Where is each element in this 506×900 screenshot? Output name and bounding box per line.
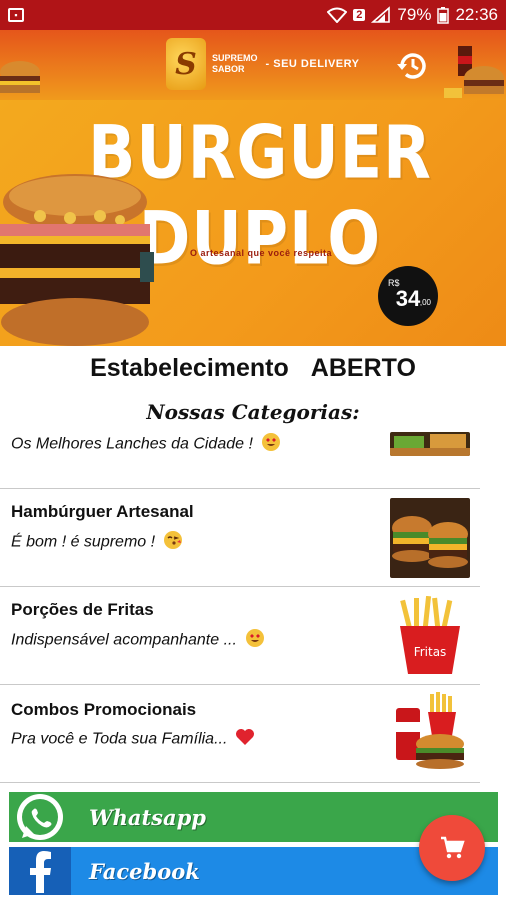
cart-icon	[441, 836, 465, 859]
category-thumb-combos	[390, 692, 470, 772]
category-item-combos-promocionais[interactable]: Combos Promocionais Pra você e Toda sua …	[0, 684, 506, 782]
battery-percent: 79%	[397, 5, 432, 24]
list-divider	[0, 782, 480, 783]
brand-logo: S Supremo Sabor - Seu Delivery	[166, 38, 360, 90]
wifi-icon	[327, 7, 348, 23]
category-description: Os Melhores Lanches da Cidade !	[11, 432, 281, 457]
brand-line2: Sabor	[212, 64, 245, 74]
category-description: Indispensável acompanhante ...	[11, 628, 265, 653]
kissing-face-emoji-icon	[164, 531, 183, 549]
category-thumb-hamburguer	[390, 498, 470, 578]
whatsapp-label: Whatsapp	[89, 804, 206, 830]
promo-banner[interactable]: BURGUER DUPLO O artesanal que você respe…	[0, 100, 506, 346]
facebook-icon	[9, 847, 71, 895]
svg-text:Fritas: Fritas	[414, 645, 447, 659]
notification-badge: 2	[353, 9, 366, 21]
category-list[interactable]: Os Melhores Lanches da Cidade ! Hambúrgu…	[0, 428, 506, 790]
category-item-porcoes-fritas[interactable]: Porções de Fritas Indispensável acompanh…	[0, 586, 506, 684]
banner-subtitle: O artesanal que você respeita	[190, 248, 333, 258]
category-item-lanches[interactable]: Os Melhores Lanches da Cidade !	[0, 428, 506, 474]
combo-thumbnail	[444, 46, 504, 98]
sim-icon: ▪	[8, 8, 24, 22]
heart-eyes-emoji-icon	[245, 629, 264, 647]
establishment-open-status: ABERTO	[310, 354, 416, 382]
establishment-label: Estabelecimento	[90, 354, 289, 382]
red-heart-emoji-icon	[236, 729, 255, 745]
price-badge: R$ 34 ,00	[378, 266, 438, 326]
category-name: Porções de Fritas	[11, 600, 154, 619]
establishment-status: Estabelecimento ABERTO	[0, 354, 506, 383]
categories-title: Nossas Categorias:	[146, 400, 360, 424]
battery-icon	[437, 7, 450, 24]
history-button[interactable]	[394, 47, 432, 85]
category-item-hamburguer-artesanal[interactable]: Hambúrguer Artesanal É bom ! é supremo !	[0, 488, 506, 586]
history-icon	[397, 53, 426, 79]
logo-mark: S	[166, 38, 206, 90]
app-header: S Supremo Sabor - Seu Delivery	[0, 30, 506, 100]
price-currency: R$	[388, 278, 400, 288]
status-bar: ▪ 2 79% 22:36	[0, 0, 506, 30]
category-description: É bom ! é supremo !	[11, 530, 183, 555]
heart-eyes-emoji-icon	[261, 433, 280, 451]
category-name: Combos Promocionais	[11, 700, 197, 719]
category-description: Pra você e Toda sua Família...	[11, 728, 255, 751]
whatsapp-icon	[9, 792, 71, 842]
signal-icon	[371, 6, 391, 23]
price-cents: ,00	[419, 298, 431, 307]
price-value: 34	[395, 286, 421, 311]
brand-tagline: - Seu Delivery	[265, 58, 360, 70]
brand-line1: Supremo	[212, 53, 258, 63]
burger-image	[0, 174, 154, 346]
cart-button[interactable]	[419, 815, 485, 881]
category-name: Hambúrguer Artesanal	[11, 502, 194, 521]
clock: 22:36	[455, 5, 498, 24]
category-thumb-lanches	[390, 432, 470, 456]
facebook-label: Facebook	[89, 858, 200, 884]
category-thumb-fritas: Fritas	[390, 596, 470, 676]
burger-thumbnail	[0, 61, 40, 93]
